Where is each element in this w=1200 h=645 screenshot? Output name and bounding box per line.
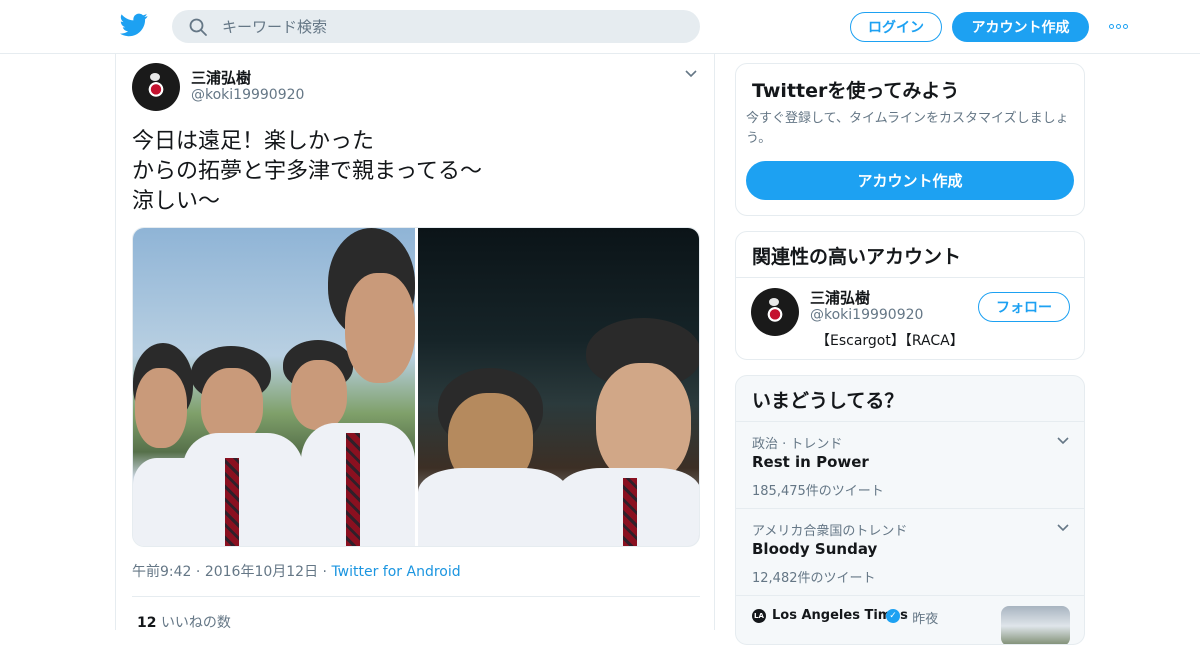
tweet-client-link[interactable]: Twitter for Android: [331, 564, 460, 580]
search-box[interactable]: [172, 10, 700, 43]
tweet-date[interactable]: 2016年10月12日: [205, 564, 318, 580]
related-account-name[interactable]: 三浦弘樹: [810, 287, 870, 308]
likes-count: 12: [137, 615, 157, 631]
verified-icon: ✓: [886, 609, 900, 623]
signup-card-description: 今すぐ登録して、タイムラインをカスタマイズしましょう。: [746, 111, 1069, 146]
signup-button[interactable]: アカウント作成: [952, 12, 1089, 42]
news-source-icon: LA: [752, 609, 766, 623]
tweet-text: 今日は遠足！楽しかった からの拓夢と宇多津で親まってる～ 涼しい～: [132, 127, 692, 217]
chevron-down-icon[interactable]: [1056, 523, 1070, 533]
signup-card: Twitterを使ってみよう 今すぐ登録して、タイムラインをカスタマイズしましょ…: [735, 63, 1085, 216]
photo-left[interactable]: [133, 228, 415, 546]
trends-card: いまどうしてる？ 政治 · トレンド Rest in Power 185,475…: [735, 375, 1085, 645]
related-title: 関連性の高いアカウント: [752, 246, 962, 268]
avatar[interactable]: [132, 63, 180, 111]
tweet-text-line: からの拓夢と宇多津で親まってる～: [132, 159, 483, 184]
news-time-value: 昨夜: [912, 612, 939, 627]
divider: [132, 596, 700, 597]
tweet-media: [132, 227, 700, 547]
related-account-bio: 【Escargot】【RACA】: [816, 333, 964, 349]
signup-card-title: Twitterを使ってみよう: [752, 80, 960, 102]
news-item[interactable]: LA Los Angeles Times ✓ · 昨夜: [736, 595, 1084, 644]
likes-label: いいねの数: [160, 615, 231, 631]
chevron-down-icon[interactable]: [1056, 436, 1070, 446]
trend-item[interactable]: 政治 · トレンド Rest in Power 185,475件のツイート: [736, 421, 1084, 508]
related-account-handle[interactable]: @koki19990920: [810, 307, 923, 323]
trend-context: アメリカ合衆国のトレンド: [752, 524, 908, 539]
divider: [736, 277, 1084, 278]
trend-context: 政治 · トレンド: [752, 437, 843, 452]
trends-title: いまどうしてる？: [752, 390, 904, 412]
trend-count: 12,482件のツイート: [752, 571, 876, 586]
author-handle[interactable]: @koki19990920: [191, 87, 304, 103]
chevron-down-icon[interactable]: [684, 69, 698, 79]
top-bar: ログイン アカウント作成: [0, 0, 1200, 54]
tweet-time[interactable]: 午前9:42: [132, 564, 191, 580]
search-icon: [189, 18, 207, 36]
author-name[interactable]: 三浦弘樹: [191, 67, 251, 88]
likes-stat[interactable]: 12 いいねの数: [137, 612, 231, 632]
related-accounts-card: 関連性の高いアカウント 三浦弘樹 @koki19990920 【Escargot…: [735, 231, 1085, 360]
search-input[interactable]: [222, 10, 682, 43]
trend-item[interactable]: アメリカ合衆国のトレンド Bloody Sunday 12,482件のツイート: [736, 508, 1084, 595]
follow-button[interactable]: フォロー: [978, 292, 1070, 322]
signup-card-button[interactable]: アカウント作成: [746, 161, 1074, 200]
more-icon[interactable]: [1106, 18, 1130, 34]
photo-right[interactable]: [418, 228, 699, 546]
trend-count: 185,475件のツイート: [752, 484, 884, 499]
twitter-logo-icon[interactable]: [120, 13, 148, 37]
tweet-text-line: 涼しい～: [132, 189, 221, 214]
trend-name[interactable]: Rest in Power: [752, 453, 869, 471]
tweet-meta: 午前9:42 · 2016年10月12日 · Twitter for Andro…: [132, 561, 461, 581]
news-thumbnail[interactable]: [1001, 606, 1070, 644]
tweet-text-line: 今日は遠足！楽しかった: [132, 129, 375, 154]
avatar[interactable]: [751, 288, 799, 336]
login-button[interactable]: ログイン: [850, 12, 942, 42]
meta-separator: ·: [195, 564, 205, 580]
tweet-detail: 三浦弘樹 @koki19990920 今日は遠足！楽しかった からの拓夢と宇多津…: [115, 54, 715, 632]
trend-name[interactable]: Bloody Sunday: [752, 540, 877, 558]
news-time: · 昨夜: [904, 612, 939, 627]
